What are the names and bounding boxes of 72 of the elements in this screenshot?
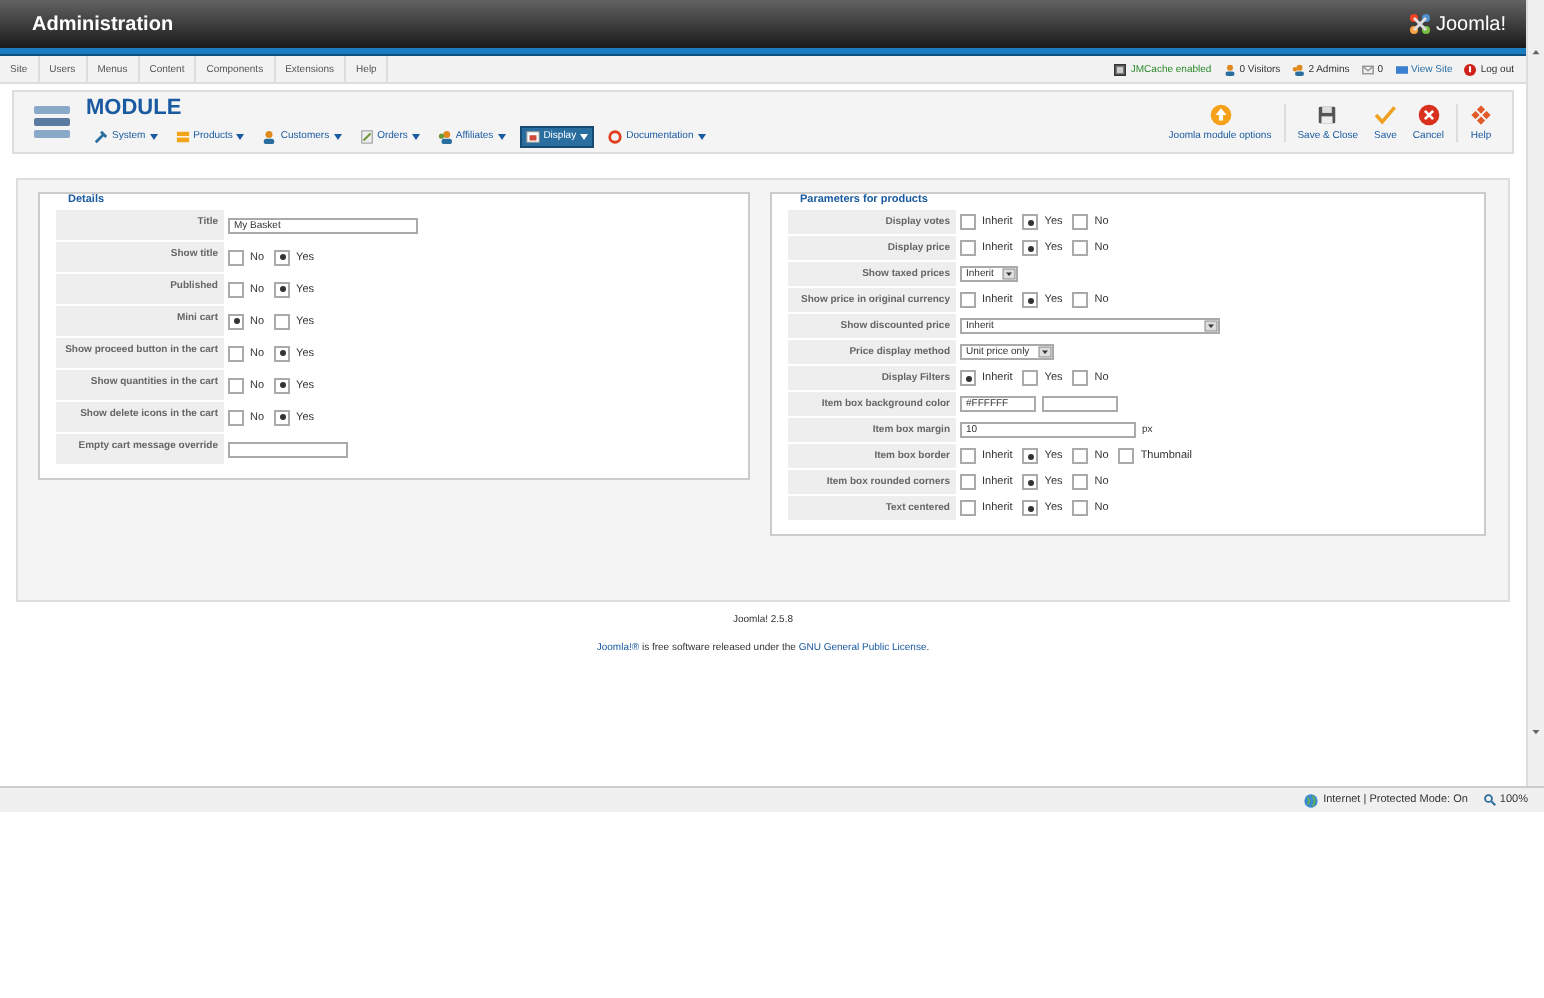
radio-button[interactable]: [960, 500, 976, 516]
radio-button[interactable]: [1072, 214, 1089, 230]
radio-button[interactable]: [228, 409, 244, 425]
radio-button[interactable]: [1022, 500, 1039, 516]
user-icon: [1223, 63, 1236, 75]
zoom-icon: [1483, 794, 1496, 806]
users-icon: [437, 129, 452, 143]
caret-icon: [333, 133, 342, 139]
radio-button[interactable]: [960, 474, 976, 490]
box-icon: [175, 129, 190, 143]
lifebuoy-icon: [608, 129, 623, 143]
caret-icon: [697, 133, 706, 139]
radio-button[interactable]: [960, 292, 976, 308]
radio-button[interactable]: [1072, 500, 1089, 516]
radio-button[interactable]: [1022, 240, 1039, 256]
help-icon: [1470, 103, 1492, 125]
module-icon: [34, 106, 70, 138]
dropdown-arrow-icon: [1001, 268, 1016, 280]
radio-button[interactable]: [274, 345, 291, 361]
floppy-icon: [1316, 103, 1339, 125]
header-title: Administration: [32, 13, 174, 35]
power-icon: [1464, 63, 1477, 75]
screen-icon: [1395, 63, 1408, 75]
radio-button[interactable]: [228, 345, 244, 361]
window-icon: [525, 129, 540, 143]
logo-icon: [1407, 12, 1432, 36]
user-icon: [262, 129, 277, 143]
radio-button[interactable]: [960, 214, 976, 230]
radio-button[interactable]: [1022, 292, 1039, 308]
mail-icon: [1361, 63, 1374, 75]
upload-icon: [1209, 103, 1231, 125]
radio-button[interactable]: [228, 281, 244, 297]
caret-icon: [580, 133, 589, 139]
radio-button[interactable]: [274, 249, 291, 265]
dropdown-arrow-icon: [1204, 320, 1218, 332]
radio-button[interactable]: [1072, 240, 1089, 256]
radio-button[interactable]: [1072, 448, 1089, 464]
text-field[interactable]: [228, 441, 348, 457]
color-swatch-field[interactable]: [1042, 396, 1118, 412]
radio-button[interactable]: [1118, 448, 1135, 464]
radio-button[interactable]: [228, 249, 244, 265]
radio-button[interactable]: [960, 240, 976, 256]
globe-icon: [1303, 793, 1318, 807]
logo-text: Joomla!: [1435, 13, 1506, 35]
radio-button[interactable]: [274, 281, 291, 297]
scrollbar[interactable]: [1526, 0, 1544, 786]
cancel-icon: [1417, 103, 1440, 125]
grid-icon: [1114, 63, 1127, 75]
radio-button[interactable]: [228, 313, 244, 329]
radio-button[interactable]: [228, 377, 244, 393]
radio-button[interactable]: [960, 370, 976, 386]
caret-icon: [236, 133, 245, 139]
users-icon: [1292, 63, 1305, 75]
wrench-icon: [94, 129, 108, 143]
radio-button[interactable]: [960, 448, 976, 464]
radio-button[interactable]: [1072, 474, 1089, 490]
check-icon: [1374, 103, 1397, 125]
dropdown-arrow-icon: [1037, 346, 1052, 358]
caret-icon: [411, 133, 420, 139]
radio-button[interactable]: [1022, 474, 1039, 490]
radio-button[interactable]: [1022, 448, 1039, 464]
caret-icon: [149, 133, 158, 139]
page-title: MODULE: [86, 97, 184, 119]
radio-button[interactable]: [274, 409, 291, 425]
radio-button[interactable]: [1072, 292, 1089, 308]
radio-button[interactable]: [274, 377, 291, 393]
radio-button[interactable]: [1022, 214, 1039, 230]
radio-button[interactable]: [1022, 370, 1039, 386]
radio-button[interactable]: [274, 313, 291, 329]
caret-icon: [497, 133, 506, 139]
document-icon: [359, 129, 374, 143]
radio-button[interactable]: [1072, 370, 1089, 386]
